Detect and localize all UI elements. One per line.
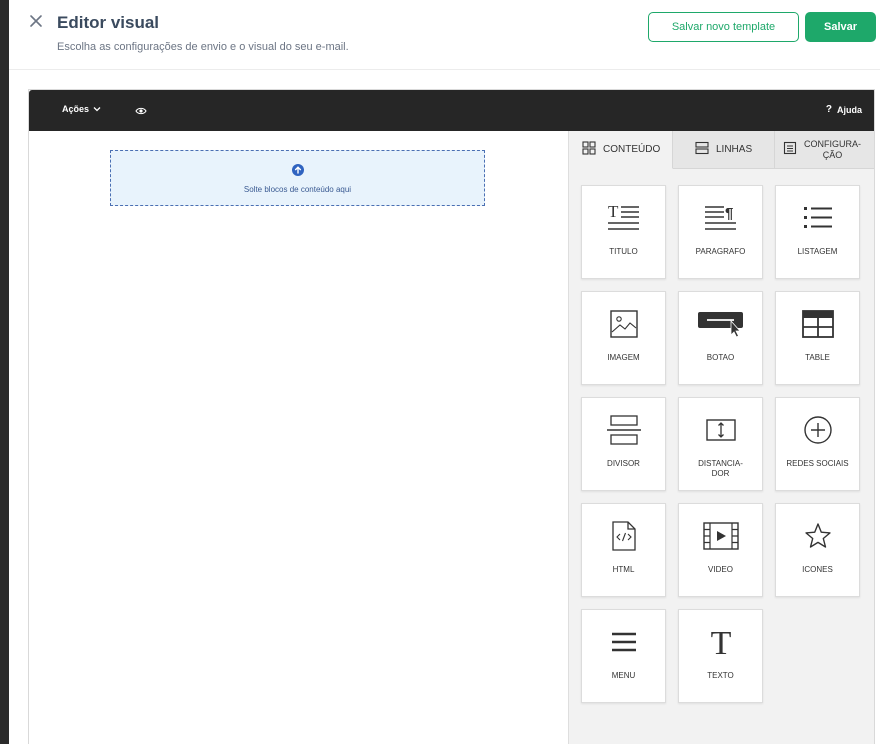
help-link[interactable]: ? Ajuda: [826, 104, 862, 115]
block-label: PARAGRAFO: [695, 247, 746, 256]
save-new-template-button[interactable]: Salvar novo template: [648, 12, 799, 42]
block-texto[interactable]: T TEXTO: [678, 609, 763, 703]
paragraph-icon: ¶: [679, 200, 762, 236]
social-icon: [776, 412, 859, 448]
block-label: MENU: [611, 671, 636, 680]
tab-conteudo[interactable]: CONTEÚDO: [569, 131, 673, 169]
block-icones[interactable]: ICONES: [775, 503, 860, 597]
page-subtitle: Escolha as configurações de envio e o vi…: [57, 41, 349, 53]
preview-eye-icon[interactable]: [135, 104, 147, 122]
divider-icon: [582, 412, 665, 448]
block-label-line2: DOR: [711, 469, 730, 478]
block-paragrafo[interactable]: ¶ PARAGRAFO: [678, 185, 763, 279]
html-icon: [582, 518, 665, 554]
tab-configuracao-label-line1: CONFIGURA-: [804, 138, 861, 149]
question-icon: ?: [825, 104, 832, 115]
modal-header: Editor visual Escolha as configurações d…: [9, 0, 880, 70]
help-label: Ajuda: [836, 104, 862, 115]
block-titulo[interactable]: T TITULO: [581, 185, 666, 279]
content-side-panel: CONTEÚDO LINHAS CONFIGURA- ÇÃO T TITULO …: [568, 131, 874, 744]
block-label: DIVISOR: [607, 459, 640, 468]
block-botao[interactable]: BOTAO: [678, 291, 763, 385]
block-divisor[interactable]: DIVISOR: [581, 397, 666, 491]
block-table[interactable]: TABLE: [775, 291, 860, 385]
panel-tabs: CONTEÚDO LINHAS CONFIGURA- ÇÃO: [569, 131, 874, 169]
block-label: REDES SOCIAIS: [786, 459, 849, 468]
tab-configuracao-label-line2: ÇÃO: [822, 149, 843, 160]
tab-configuracao[interactable]: CONFIGURA- ÇÃO: [775, 131, 874, 169]
block-label: IMAGEM: [607, 353, 640, 362]
text-icon: T: [679, 624, 762, 660]
block-label: VIDEO: [708, 565, 733, 574]
email-editor: Ações ? Ajuda Solte blocos de conteúdo a…: [28, 89, 875, 744]
block-label: BOTAO: [706, 353, 735, 362]
tab-linhas[interactable]: LINHAS: [673, 131, 775, 169]
block-label: DISTANCIA- DOR: [681, 459, 760, 479]
grid-icon: [582, 141, 596, 158]
chevron-down-icon: [93, 104, 101, 114]
tab-conteudo-label: CONTEÚDO: [603, 144, 661, 155]
dropzone-label: Solte blocos de conteúdo aqui: [243, 184, 352, 194]
actions-menu[interactable]: Ações: [62, 104, 101, 114]
block-label: ICONES: [802, 565, 833, 574]
block-listagem[interactable]: LISTAGEM: [775, 185, 860, 279]
block-label: TEXTO: [707, 671, 734, 680]
menu-icon: [582, 624, 665, 660]
block-video[interactable]: VIDEO: [678, 503, 763, 597]
content-blocks-grid: T TITULO ¶ PARAGRAFO LISTAGEM IMAGEM BOT…: [581, 185, 860, 703]
block-distanciador[interactable]: DISTANCIA- DOR: [678, 397, 763, 491]
tab-configuracao-label: CONFIGURA- ÇÃO: [804, 139, 861, 161]
close-icon[interactable]: [28, 13, 44, 29]
list-icon: [776, 200, 859, 236]
svg-text:T: T: [710, 625, 731, 659]
save-button[interactable]: Salvar: [805, 12, 876, 42]
svg-text:¶: ¶: [725, 205, 733, 222]
backdrop-overlay: [0, 0, 9, 744]
editor-toolbar: Ações ? Ajuda: [29, 90, 874, 131]
star-icon: [776, 518, 859, 554]
tab-linhas-label: LINHAS: [716, 144, 753, 155]
block-menu[interactable]: MENU: [581, 609, 666, 703]
block-imagem[interactable]: IMAGEM: [581, 291, 666, 385]
spacer-icon: [679, 412, 762, 448]
content-dropzone[interactable]: Solte blocos de conteúdo aqui: [110, 150, 485, 206]
button-icon: [679, 306, 762, 342]
title-icon: T: [582, 200, 665, 236]
block-html[interactable]: HTML: [581, 503, 666, 597]
page-title: Editor visual: [57, 13, 160, 32]
image-icon: [582, 306, 665, 342]
settings-doc-icon: [783, 141, 797, 158]
svg-text:T: T: [608, 203, 619, 221]
block-label: HTML: [612, 565, 635, 574]
visual-editor-modal: Editor visual Escolha as configurações d…: [9, 0, 880, 744]
upload-arrow-icon: [291, 163, 304, 181]
block-label: TABLE: [805, 353, 830, 362]
table-icon: [776, 306, 859, 342]
block-label-line1: DISTANCIA-: [698, 459, 743, 468]
video-icon: [679, 518, 762, 554]
rows-icon: [695, 141, 709, 158]
block-label: LISTAGEM: [797, 247, 838, 256]
actions-menu-label: Ações: [62, 104, 90, 114]
block-label: TITULO: [609, 247, 638, 256]
email-canvas: Solte blocos de conteúdo aqui: [29, 131, 568, 744]
block-redes-sociais[interactable]: REDES SOCIAIS: [775, 397, 860, 491]
